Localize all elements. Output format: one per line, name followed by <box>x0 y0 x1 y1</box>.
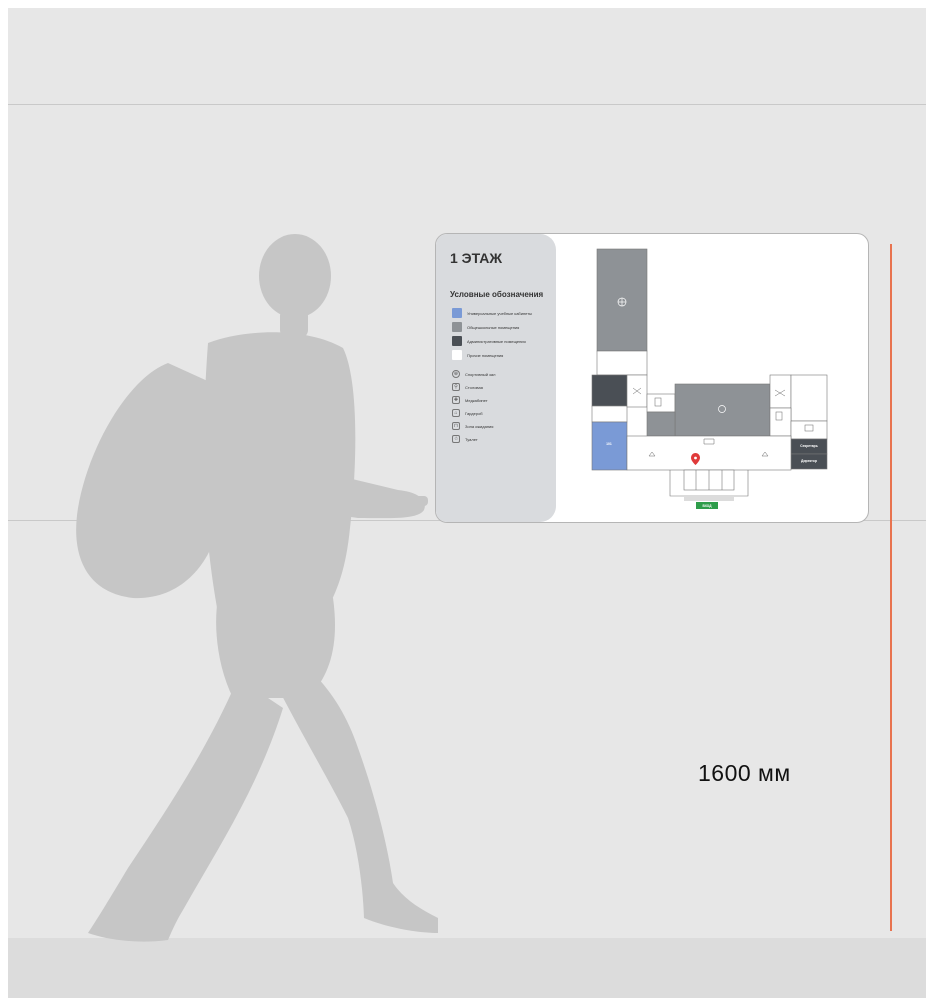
scene: 1600 мм 1 ЭТАЖ Условные обозначения Унив… <box>8 8 926 998</box>
admin-room-left <box>591 374 628 407</box>
legend-item-wardrobe: ⌂ Гардероб <box>452 408 483 418</box>
waiting-area-icon: ⊓ <box>452 422 460 430</box>
classroom-101 <box>591 421 628 471</box>
canteen-icon: ⚲ <box>452 383 460 391</box>
legend-item-canteen: ⚲ Столовая <box>452 382 483 392</box>
legend-label: Универсальные учебные кабинеты <box>467 310 532 316</box>
legend-item-common: Общешкольные помещения <box>452 322 519 332</box>
wardrobe-icon: ⌂ <box>452 409 460 417</box>
legend-label: Медкабинет <box>465 397 488 403</box>
legend-label: Спортивный зал <box>465 371 496 377</box>
canteen-side <box>646 411 676 437</box>
floor-plan-map: 101 Секретарь Директор ВХОД <box>556 234 868 522</box>
height-dimension-line <box>890 244 892 931</box>
classroom-swatch <box>452 308 462 318</box>
floor-title: 1 ЭТАЖ <box>450 250 503 266</box>
secretary-label: Секретарь <box>800 444 818 448</box>
classroom-label: 101 <box>606 442 612 446</box>
legend-label: Общешкольные помещения <box>467 324 520 330</box>
corridor-top <box>596 350 648 376</box>
stairs-right <box>769 374 792 409</box>
floor-plan-drawing <box>591 248 828 501</box>
walking-person-silhouette <box>76 234 438 942</box>
sports-hall-icon: ⊕ <box>452 370 460 378</box>
legend-item-admin: Административные помещения <box>452 336 526 346</box>
legend-title: Условные обозначения <box>450 290 544 299</box>
floor-plan-sign: 1 ЭТАЖ Условные обозначения Универсальны… <box>435 233 869 523</box>
toilet-icon: ☃ <box>452 435 460 443</box>
legend-label: Зона ожидания <box>465 423 494 429</box>
legend-label: Прочие помещения <box>467 352 504 358</box>
other-swatch <box>452 350 462 360</box>
legend-item-medical: ✚ Медкабинет <box>452 395 488 405</box>
legend-panel: 1 ЭТАЖ Условные обозначения Универсальны… <box>436 234 556 522</box>
legend-item-sports-hall: ⊕ Спортивный зал <box>452 369 495 379</box>
wall-line-top <box>8 104 926 105</box>
legend-label: Административные помещения <box>467 338 526 344</box>
legend-label: Туалет <box>465 436 478 442</box>
admin-swatch <box>452 336 462 346</box>
canteen-room <box>674 383 771 437</box>
legend-item-classrooms: Универсальные учебные кабинеты <box>452 308 532 318</box>
medical-office <box>790 420 828 440</box>
director-label: Директор <box>801 459 817 463</box>
legend-label: Столовая <box>465 384 483 390</box>
legend-item-other: Прочие помещения <box>452 350 503 360</box>
medical-room <box>790 374 828 422</box>
height-dimension-label: 1600 мм <box>698 760 791 786</box>
medical-office-icon: ✚ <box>452 396 460 404</box>
entrance-label: ВХОД <box>696 502 718 509</box>
legend-label: Гардероб <box>465 410 483 416</box>
main-hallway <box>626 435 792 471</box>
small-room-left <box>591 405 628 423</box>
legend-item-toilet: ☃ Туалет <box>452 434 478 444</box>
legend-item-waiting: ⊓ Зона ожидания <box>452 421 493 431</box>
common-swatch <box>452 322 462 332</box>
